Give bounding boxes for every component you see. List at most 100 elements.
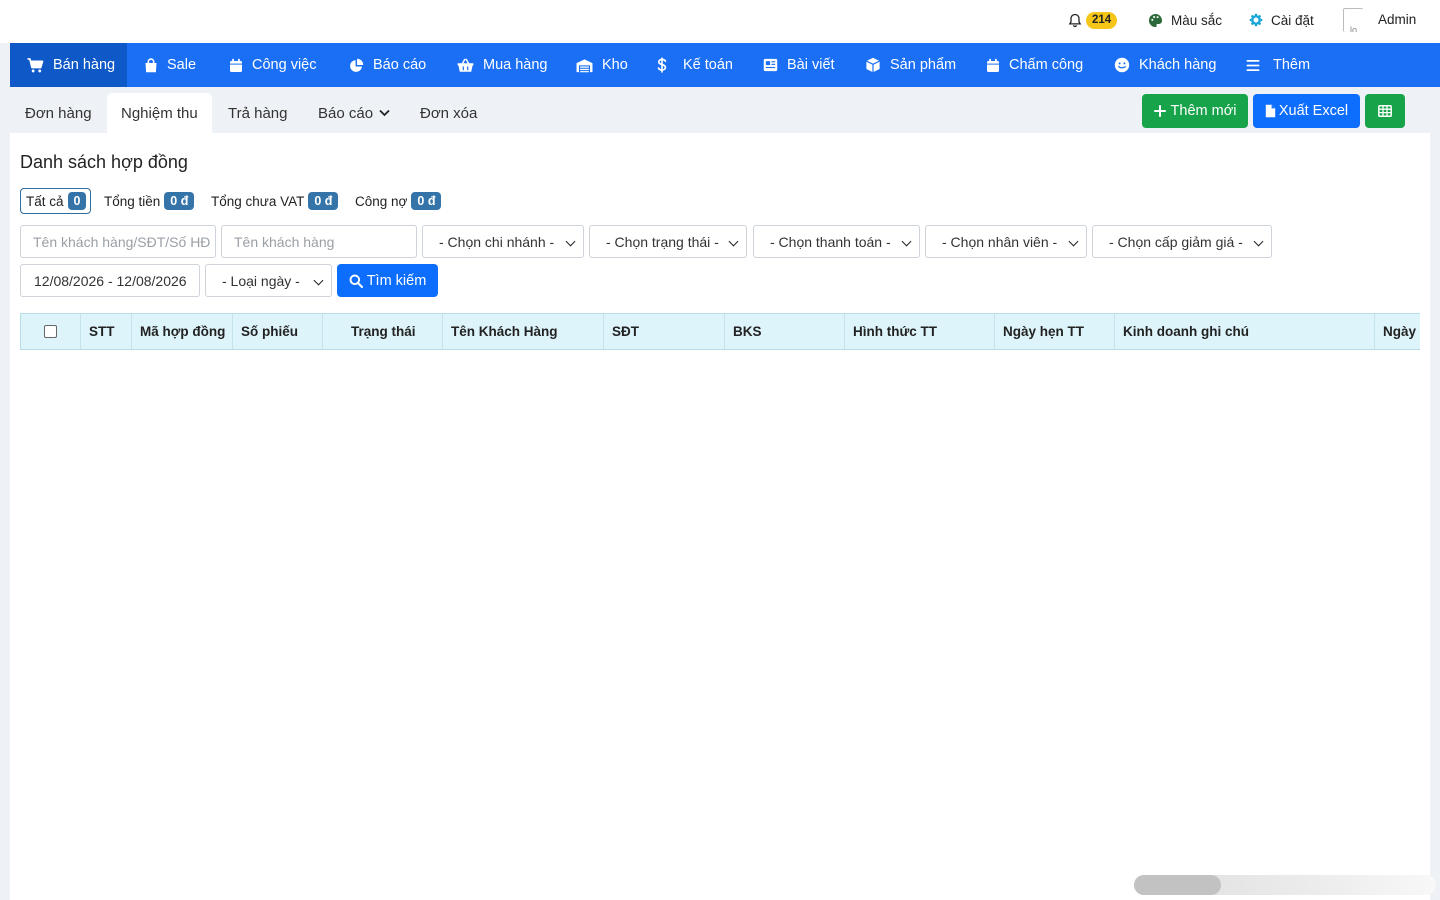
table-icon <box>1378 105 1392 117</box>
dollar-icon <box>657 57 667 73</box>
tab-label: Nghiệm thu <box>121 104 198 122</box>
sub-nav: Đơn hàng Nghiệm thu Trả hàng Báo cáo Đơn… <box>10 87 1430 133</box>
nav-item-bao-cao[interactable]: Báo cáo <box>349 43 426 87</box>
stat-value-badge: 0 <box>67 192 87 210</box>
nav-label: Khách hàng <box>1139 57 1217 73</box>
page-title: Danh sách hợp đồng <box>20 152 188 172</box>
table-header: STT Mã hợp đồng Số phiếu Trạng thái Tên … <box>20 313 1420 350</box>
nav-item-them[interactable]: Thêm <box>1246 43 1310 87</box>
search-icon <box>349 274 363 288</box>
notification-count-badge: 214 <box>1086 11 1118 29</box>
tab-label: Trả hàng <box>228 104 288 122</box>
nav-label: Mua hàng <box>483 57 548 73</box>
export-excel-button[interactable]: Xuất Excel <box>1253 94 1360 128</box>
file-icon <box>1265 104 1276 118</box>
tab-don-xoa[interactable]: Đơn xóa <box>406 93 491 133</box>
stat-label: Tất cả <box>26 193 64 209</box>
nav-item-khach-hang[interactable]: Khách hàng <box>1114 43 1216 87</box>
branch-select[interactable]: - Chọn chi nhánh - <box>422 225 584 258</box>
color-settings-link[interactable]: Màu sắc <box>1148 10 1222 30</box>
notifications[interactable]: 214 <box>1068 10 1118 30</box>
cart-icon <box>27 57 44 72</box>
column-header[interactable]: Ngày lập <box>1374 314 1420 349</box>
nav-item-cong-viec[interactable]: Công việc <box>229 43 316 87</box>
search-label: Tìm kiếm <box>366 272 427 289</box>
tab-don-hang[interactable]: Đơn hàng <box>11 93 106 133</box>
stat-value-badge: 0 đ <box>411 192 442 210</box>
column-header[interactable]: Mã hợp đồng <box>131 314 232 349</box>
user-avatar[interactable] <box>1343 8 1363 32</box>
tab-nghiem-thu[interactable]: Nghiệm thu <box>107 93 212 133</box>
column-header[interactable]: Kinh doanh ghi chú <box>1114 314 1374 349</box>
tab-label: Báo cáo <box>318 104 374 122</box>
stat-value-badge: 0 đ <box>164 192 195 210</box>
box-icon <box>866 57 880 73</box>
date-range-input[interactable]: 12/08/2026 - 12/08/2026 <box>20 264 200 297</box>
nav-label: Chấm công <box>1009 57 1084 73</box>
nav-label: Bán hàng <box>53 57 116 73</box>
newspaper-icon <box>763 58 778 72</box>
nav-item-cham-cong[interactable]: Chấm công <box>986 43 1083 87</box>
warehouse-icon <box>576 58 593 72</box>
nav-label: Kế toán <box>683 57 733 73</box>
column-header[interactable]: SĐT <box>603 314 724 349</box>
menu-icon <box>1246 59 1260 71</box>
column-header[interactable]: Tên Khách Hàng <box>442 314 603 349</box>
top-bar: 214 Màu sắc Cài đặt Admin <box>0 0 1440 43</box>
payment-select[interactable]: - Chọn thanh toán - <box>753 225 920 258</box>
column-header[interactable]: Số phiếu <box>232 314 322 349</box>
nav-item-ke-toan[interactable]: Kế toán <box>657 43 733 87</box>
smile-icon <box>1114 57 1130 73</box>
tab-label: Đơn hàng <box>25 104 92 122</box>
customer-name-input[interactable]: Tên khách hàng <box>221 225 417 258</box>
date-type-select[interactable]: - Loại ngày - <box>205 264 332 297</box>
stat-value-badge: 0 đ <box>308 192 339 210</box>
stat-total-amount: Tổng tiền 0 đ <box>104 188 195 214</box>
status-select[interactable]: - Chọn trạng thái - <box>589 225 747 258</box>
basket-icon <box>457 58 474 72</box>
nav-item-sale[interactable]: Sale <box>144 43 196 87</box>
nav-item-mua-hang[interactable]: Mua hàng <box>457 43 548 87</box>
tab-label: Đơn xóa <box>420 104 478 122</box>
nav-label: Bài viết <box>787 57 835 73</box>
nav-label: Sản phẩm <box>890 57 957 73</box>
staff-select[interactable]: - Chọn nhân viên - <box>925 225 1087 258</box>
add-new-button[interactable]: Thêm mới <box>1142 94 1248 128</box>
nav-item-bai-viet[interactable]: Bài viết <box>763 43 835 87</box>
customer-search-input[interactable]: Tên khách hàng/SĐT/Số HĐ <box>20 225 216 258</box>
calendar-icon <box>987 58 999 72</box>
gear-icon <box>1249 13 1263 27</box>
select-all-checkbox[interactable] <box>44 325 57 338</box>
settings-label: Cài đặt <box>1271 12 1314 28</box>
add-new-label: Thêm mới <box>1170 103 1237 119</box>
column-header[interactable]: Hình thức TT <box>844 314 994 349</box>
nav-label: Sale <box>167 57 197 73</box>
tab-bao-cao-dropdown[interactable]: Báo cáo <box>304 93 404 133</box>
column-header[interactable]: Trạng thái <box>322 314 442 349</box>
stat-label: Công nợ <box>355 193 408 209</box>
settings-link[interactable]: Cài đặt <box>1249 10 1314 30</box>
nav-label: Báo cáo <box>373 57 427 73</box>
select-all-cell <box>20 314 80 349</box>
nav-item-san-pham[interactable]: Sản phẩm <box>865 43 956 87</box>
calendar-icon <box>230 58 242 72</box>
column-header[interactable]: STT <box>80 314 131 349</box>
column-header[interactable]: BKS <box>724 314 844 349</box>
user-name[interactable]: Admin <box>1378 12 1416 27</box>
nav-label: Công việc <box>252 57 317 73</box>
search-button[interactable]: Tìm kiếm <box>337 264 438 297</box>
tab-tra-hang[interactable]: Trả hàng <box>214 93 301 133</box>
horizontal-scrollbar[interactable] <box>1134 875 1436 895</box>
nav-item-ban-hang[interactable]: Bán hàng <box>10 43 127 87</box>
stat-all[interactable]: Tất cả 0 <box>20 188 92 214</box>
nav-item-kho[interactable]: Kho <box>576 43 628 87</box>
stat-total-before-vat: Tổng chưa VAT 0 đ <box>211 188 339 214</box>
content-panel: Danh sách hợp đồng Tất cả 0 Tổng tiền 0 … <box>10 133 1430 900</box>
discount-level-select[interactable]: - Chọn cấp giảm giá - <box>1092 225 1272 258</box>
scrollbar-thumb[interactable] <box>1134 875 1221 895</box>
column-header[interactable]: Ngày hẹn TT <box>994 314 1114 349</box>
stat-label: Tổng tiền <box>104 193 161 209</box>
shopping-bag-icon <box>145 57 157 72</box>
table-view-button[interactable] <box>1365 94 1405 128</box>
main-nav: Bán hàng Sale Công việc Báo cáo Mua hàng… <box>10 43 1440 87</box>
